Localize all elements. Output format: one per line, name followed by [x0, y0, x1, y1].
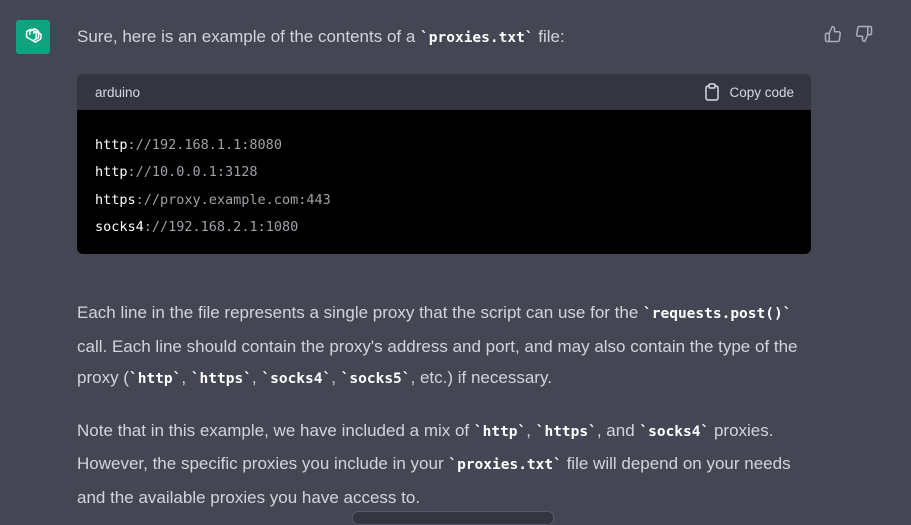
code-content: http://192.168.1.1:8080 http://10.0.0.1:… — [77, 110, 811, 254]
code-address: ://10.0.0.1:3128 — [127, 164, 258, 181]
feedback-actions — [824, 25, 873, 43]
thumbs-down-icon — [856, 25, 873, 43]
intro-suffix: file: — [533, 27, 565, 46]
code-address: ://192.168.2.1:1080 — [143, 218, 299, 235]
code-scheme: http — [95, 137, 128, 153]
thumbs-up-icon — [824, 25, 841, 43]
copy-code-label: Copy code — [729, 84, 794, 100]
code-language-label: arduino — [95, 84, 141, 100]
code-line: http://192.168.1.1:8080 — [95, 132, 793, 159]
thumbs-up-button[interactable] — [824, 25, 842, 43]
inline-code: `socks4` — [261, 371, 332, 387]
inline-code: `socks5` — [340, 371, 411, 387]
text: , — [251, 368, 262, 387]
text: , etc.) if necessary. — [410, 368, 552, 387]
note-paragraph: Note that in this example, we have inclu… — [77, 415, 812, 514]
inline-code: `https` — [190, 371, 252, 387]
assistant-message: Sure, here is an example of the contents… — [77, 24, 812, 513]
inline-code: `proxies.txt` — [448, 457, 562, 473]
clipboard-icon — [705, 83, 720, 101]
text: , — [526, 420, 536, 440]
code-scheme: socks4 — [95, 218, 144, 235]
regenerate-button-edge[interactable] — [352, 511, 554, 525]
inline-code: `http` — [473, 423, 527, 440]
code-scheme: http — [95, 164, 128, 181]
text: Each line in the file represents a singl… — [77, 303, 644, 322]
code-line: socks4://192.168.2.1:1080 — [95, 214, 793, 241]
code-line: http://10.0.0.1:3128 — [95, 159, 793, 186]
assistant-avatar — [16, 20, 50, 54]
inline-code: `proxies.txt` — [420, 30, 534, 46]
thumbs-down-button[interactable] — [855, 25, 873, 43]
intro-text: Sure, here is an example of the contents… — [77, 27, 421, 46]
explanation-paragraph: Each line in the file represents a singl… — [77, 297, 812, 396]
inline-code: `http` — [128, 371, 182, 387]
code-address: ://192.168.1.1:8080 — [127, 137, 282, 153]
code-address: ://proxy.example.com:443 — [135, 191, 331, 208]
text: , — [181, 368, 191, 387]
code-scheme: https — [95, 191, 136, 208]
code-line: https://proxy.example.com:443 — [95, 187, 793, 214]
text: Note that in this example, we have inclu… — [77, 420, 474, 440]
copy-code-button[interactable]: Copy code — [704, 83, 794, 101]
intro-paragraph: Sure, here is an example of the contents… — [77, 24, 812, 51]
text: , — [331, 368, 341, 387]
code-block: arduino Copy code http://192.168.1.1:808… — [77, 74, 811, 254]
inline-code: `socks4` — [639, 423, 710, 440]
openai-logo-icon — [25, 27, 42, 43]
code-block-header: arduino Copy code — [77, 74, 811, 110]
inline-code: `requests.post()` — [643, 306, 792, 322]
text: , and — [596, 420, 640, 440]
inline-code: `https` — [535, 423, 597, 440]
